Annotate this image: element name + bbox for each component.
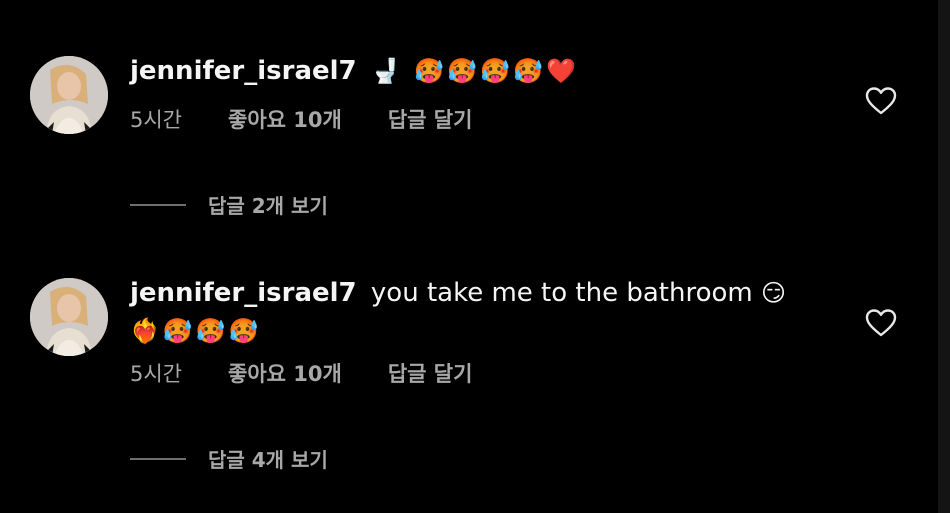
comment-likes-link[interactable]: 좋아요 10개 <box>228 104 342 134</box>
comment-username[interactable]: jennifer_israel7 <box>130 56 357 86</box>
comment-time: 5시간 <box>130 362 183 386</box>
avatar-photo-icon <box>30 278 108 356</box>
comments-screen: jennifer_israel7 🚽 🥵🥵🥵🥵❤️ 5시간 좋아요 10개 답글… <box>0 0 950 513</box>
comment-meta: 5시간 좋아요 10개 답글 달기 <box>130 358 830 388</box>
comment-text: you take me to the bathroom <box>370 278 753 308</box>
avatar-photo-icon <box>30 56 108 134</box>
view-replies-label: 답글 2개 보기 <box>208 194 328 218</box>
scroll-edge <box>938 0 950 513</box>
view-replies-button[interactable]: 답글 4개 보기 <box>130 444 328 473</box>
avatar[interactable] <box>30 56 108 134</box>
replies-divider <box>130 457 186 460</box>
comment-time: 5시간 <box>130 108 183 132</box>
comment-body: jennifer_israel7 you take me to the bath… <box>130 274 830 388</box>
like-button[interactable] <box>865 308 897 338</box>
reply-button[interactable]: 답글 달기 <box>388 358 473 388</box>
avatar[interactable] <box>30 278 108 356</box>
comment-text-line: ❤️‍🔥🥵🥵🥵 <box>130 312 830 350</box>
heart-outline-icon <box>865 309 897 337</box>
comment-meta: 5시간 좋아요 10개 답글 달기 <box>130 104 830 134</box>
comment-likes-link[interactable]: 좋아요 10개 <box>228 358 342 388</box>
heart-outline-icon <box>865 87 897 115</box>
comment-emoji: 🚽 🥵🥵🥵🥵❤️ <box>370 57 579 85</box>
reply-button[interactable]: 답글 달기 <box>388 104 473 134</box>
replies-divider <box>130 203 186 206</box>
view-replies-button[interactable]: 답글 2개 보기 <box>130 190 328 219</box>
comment-text-line: jennifer_israel7 🚽 🥵🥵🥵🥵❤️ <box>130 52 830 90</box>
comment-emoji-line2: ❤️‍🔥🥵🥵🥵 <box>130 317 262 345</box>
comment-text-line: jennifer_israel7 you take me to the bath… <box>130 274 830 312</box>
view-replies-label: 답글 4개 보기 <box>208 448 328 472</box>
comment-emoji: 😏 <box>760 279 790 307</box>
comment-username[interactable]: jennifer_israel7 <box>130 278 357 308</box>
like-button[interactable] <box>865 86 897 116</box>
comment-body: jennifer_israel7 🚽 🥵🥵🥵🥵❤️ 5시간 좋아요 10개 답글… <box>130 52 830 134</box>
